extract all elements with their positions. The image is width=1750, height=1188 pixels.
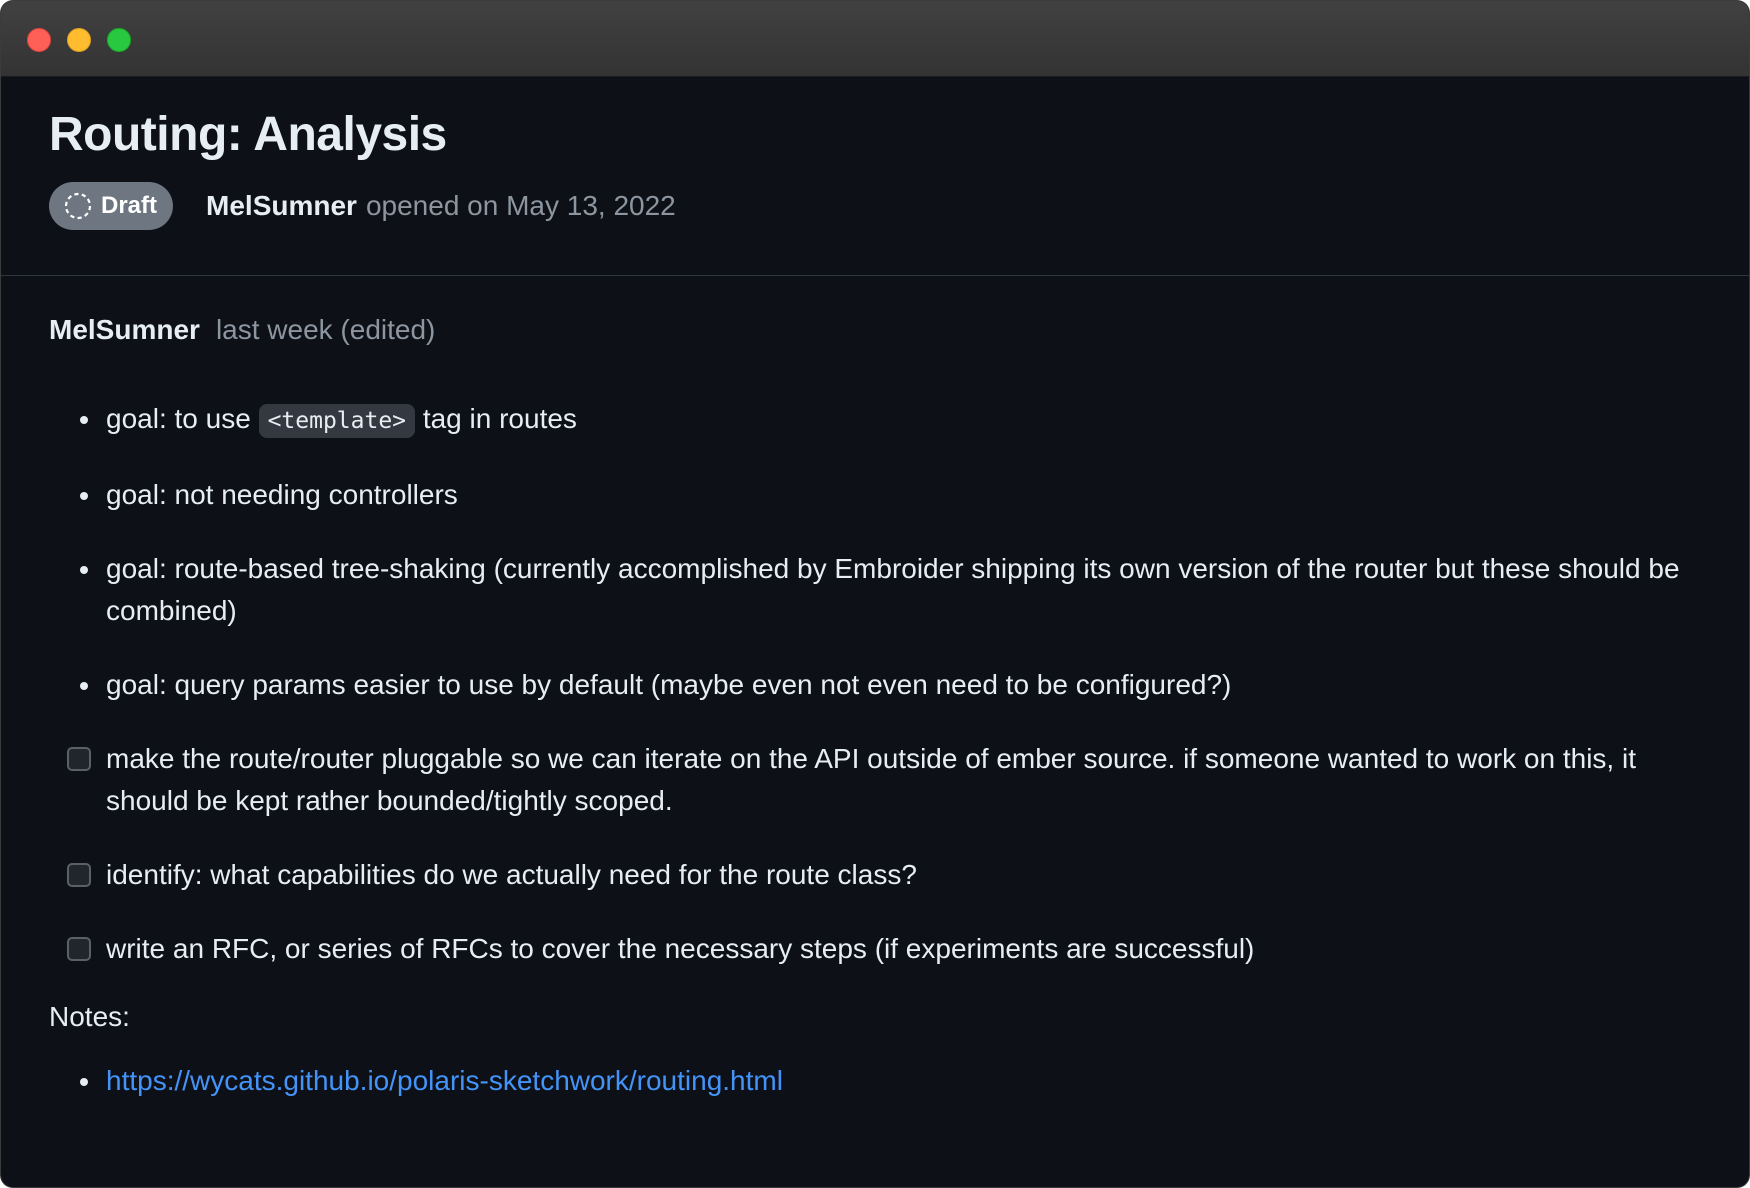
task-item: identify: what capabilities do we actual…: [49, 854, 1701, 896]
close-window-button[interactable]: [27, 28, 51, 52]
goal-text: goal: not needing controllers: [106, 479, 458, 510]
comment: MelSumner last week (edited) goal: to us…: [1, 276, 1749, 1102]
task-checkbox[interactable]: [67, 747, 91, 771]
comment-author[interactable]: MelSumner: [49, 314, 200, 346]
notes-label: Notes:: [49, 1001, 130, 1032]
inline-code: <template>: [258, 404, 416, 438]
issue-opened-date: opened on May 13, 2022: [365, 190, 676, 221]
notes-link[interactable]: https://wycats.github.io/polaris-sketchw…: [106, 1065, 783, 1096]
notes-list: https://wycats.github.io/polaris-sketchw…: [49, 1060, 1701, 1102]
task-text: identify: what capabilities do we actual…: [106, 859, 917, 890]
app-window: Routing: Analysis Draft MelSumner opened…: [1, 1, 1749, 1187]
goal-text: goal: query params easier to use by defa…: [106, 669, 1232, 700]
comment-body: goal: to use <template> tag in routes go…: [49, 398, 1701, 1102]
issue-meta: Draft MelSumner opened on May 13, 2022: [49, 182, 1701, 230]
task-checkbox[interactable]: [67, 937, 91, 961]
comment-timestamp[interactable]: last week (edited): [216, 314, 435, 346]
comment-header: MelSumner last week (edited): [49, 314, 1701, 350]
task-checkbox[interactable]: [67, 863, 91, 887]
goal-text: tag in routes: [415, 403, 577, 434]
status-label: Draft: [101, 192, 158, 219]
list-item: https://wycats.github.io/polaris-sketchw…: [49, 1060, 1701, 1102]
list-item: goal: query params easier to use by defa…: [49, 664, 1701, 706]
maximize-window-button[interactable]: [107, 28, 131, 52]
task-item: write an RFC, or series of RFCs to cover…: [49, 928, 1701, 970]
task-item: make the route/router pluggable so we ca…: [49, 738, 1701, 822]
list-item: goal: to use <template> tag in routes: [49, 398, 1701, 442]
draft-circle-icon: [64, 192, 92, 220]
minimize-window-button[interactable]: [67, 28, 91, 52]
list-item: goal: not needing controllers: [49, 474, 1701, 516]
issue-header: Routing: Analysis Draft MelSumner opened…: [1, 77, 1749, 276]
comment-list: goal: to use <template> tag in routes go…: [49, 398, 1701, 970]
title-bar: [1, 1, 1749, 77]
goal-text: goal: to use: [106, 403, 259, 434]
draft-status-badge: Draft: [49, 182, 174, 230]
task-text: make the route/router pluggable so we ca…: [106, 743, 1636, 816]
issue-author[interactable]: MelSumner: [206, 190, 357, 222]
task-text: write an RFC, or series of RFCs to cover…: [106, 933, 1255, 964]
goal-text: goal: route-based tree-shaking (currentl…: [106, 553, 1680, 626]
issue-title: Routing: Analysis: [49, 108, 447, 161]
list-item: goal: route-based tree-shaking (currentl…: [49, 548, 1701, 632]
